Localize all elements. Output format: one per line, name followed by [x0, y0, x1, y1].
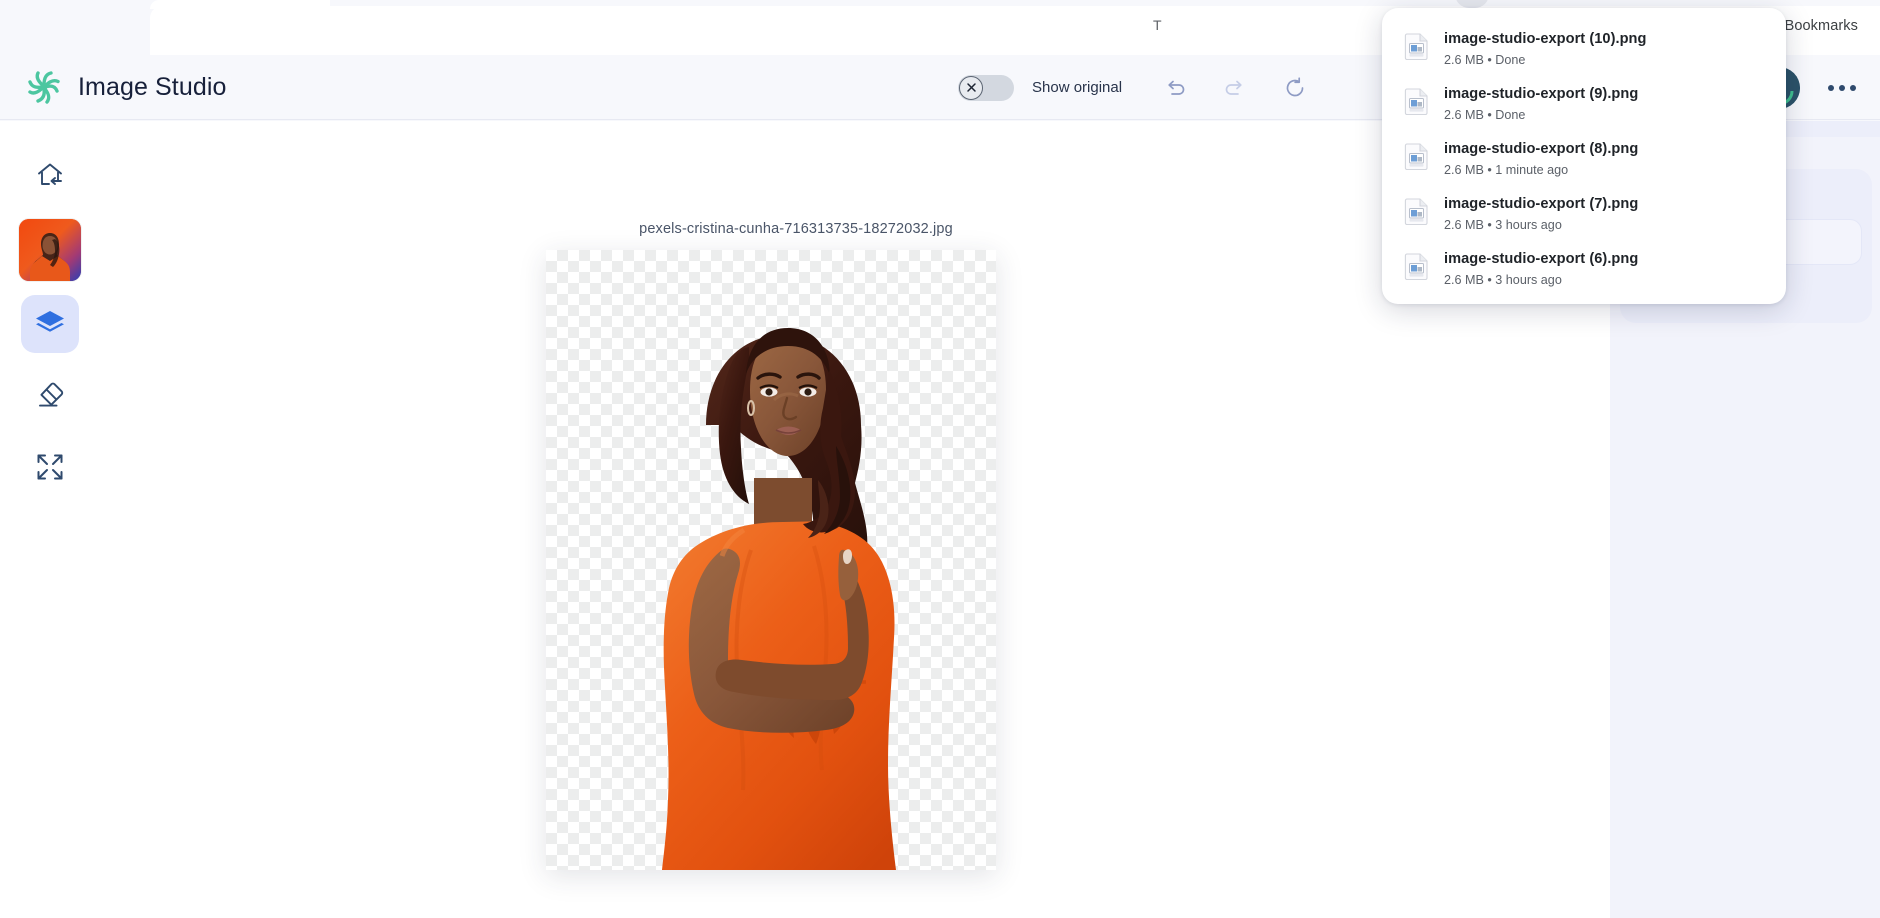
download-item[interactable]: image-studio-export (10).png 2.6 MB • Don…: [1382, 22, 1786, 77]
sidebar-item-layers[interactable]: [21, 295, 79, 353]
eraser-icon: [34, 379, 66, 414]
download-meta: 2.6 MB • 1 minute ago: [1444, 163, 1569, 177]
image-canvas[interactable]: [546, 250, 996, 870]
more-horizontal-icon[interactable]: [1822, 79, 1862, 97]
download-item[interactable]: image-studio-export (7).png 2.6 MB • 3 ho…: [1382, 187, 1786, 242]
download-meta: 2.6 MB • 3 hours ago: [1444, 273, 1562, 287]
show-original-control: Show original: [958, 55, 1122, 120]
png-file-icon: [1404, 252, 1430, 281]
sidebar-item-expand[interactable]: [21, 439, 79, 497]
canvas-filename: pexels-cristina-cunha-716313735-18272032…: [639, 221, 953, 237]
png-file-icon: [1404, 32, 1430, 61]
download-filename: image-studio-export (9).png: [1444, 86, 1639, 102]
pinwheel-logo-icon: [24, 67, 64, 107]
brand: Image Studio: [24, 67, 227, 107]
downloads-list: image-studio-export (10).png 2.6 MB • Don…: [1382, 22, 1786, 297]
download-meta: 2.6 MB • Done: [1444, 53, 1526, 67]
expand-arrows-icon: [34, 451, 66, 486]
history-controls: [1160, 55, 1310, 120]
sidebar-item-eraser[interactable]: [21, 367, 79, 425]
download-item[interactable]: image-studio-export (9).png 2.6 MB • Done: [1382, 77, 1786, 132]
downloads-popover: image-studio-export (10).png 2.6 MB • Don…: [1382, 8, 1786, 304]
redo-icon[interactable]: [1220, 73, 1250, 103]
download-filename: image-studio-export (6).png: [1444, 251, 1639, 267]
png-file-icon: [1404, 197, 1430, 226]
layers-icon: [34, 308, 66, 341]
download-filename: image-studio-export (10).png: [1444, 31, 1647, 47]
png-file-icon: [1404, 142, 1430, 171]
show-original-label: Show original: [1032, 79, 1123, 96]
close-circle-icon: [959, 75, 983, 100]
app-title: Image Studio: [78, 72, 227, 101]
canvas-subject-image: [662, 328, 896, 870]
download-item[interactable]: image-studio-export (6).png 2.6 MB • 3 ho…: [1382, 242, 1786, 297]
png-file-icon: [1404, 87, 1430, 116]
download-meta: 2.6 MB • Done: [1444, 108, 1526, 122]
bookmarks-label[interactable]: Bookmarks: [1785, 18, 1858, 34]
sidebar-item-image-thumbnail[interactable]: [19, 219, 81, 281]
download-meta: 2.6 MB • 3 hours ago: [1444, 218, 1562, 232]
left-toolbar: [0, 121, 100, 918]
download-item[interactable]: image-studio-export (8).png 2.6 MB • 1 mi…: [1382, 132, 1786, 187]
undo-icon[interactable]: [1160, 73, 1190, 103]
reset-icon[interactable]: [1280, 73, 1310, 103]
download-filename: image-studio-export (7).png: [1444, 196, 1639, 212]
show-original-toggle[interactable]: [958, 74, 1014, 101]
sidebar-item-home[interactable]: [21, 147, 79, 205]
download-filename: image-studio-export (8).png: [1444, 141, 1639, 157]
home-arrow-left-icon: [34, 159, 66, 194]
omnibox-hint: T: [1153, 17, 1162, 33]
